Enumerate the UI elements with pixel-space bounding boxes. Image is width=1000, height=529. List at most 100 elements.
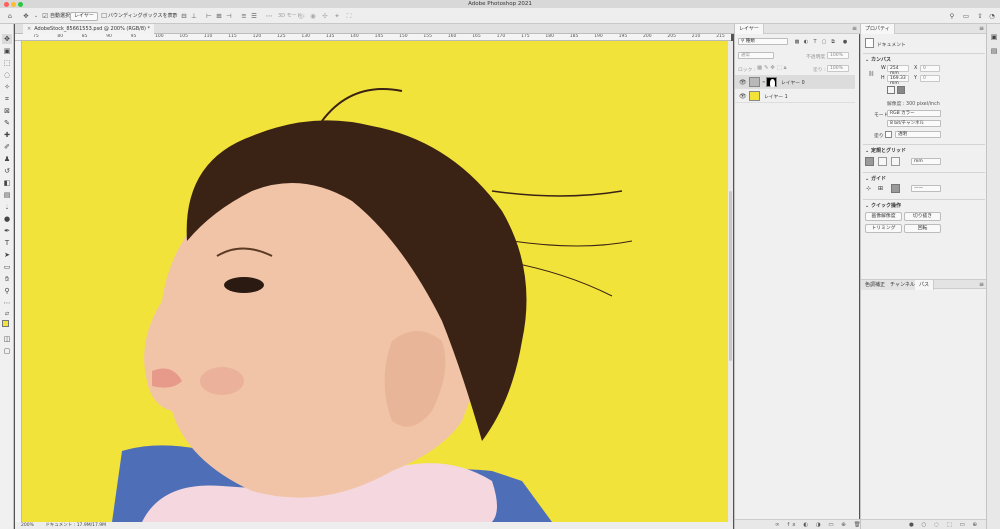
search-icon[interactable]: ⚲ xyxy=(948,12,956,20)
home-icon[interactable]: ⌂ xyxy=(6,12,14,20)
distribute-vcenter-icon[interactable]: ☰ xyxy=(250,12,258,20)
visibility-eye-icon[interactable]: 👁︎ xyxy=(739,93,747,100)
x-input[interactable]: 0 xyxy=(920,65,940,72)
document-tab[interactable]: × AdobeStock_85661553.psd @ 200% (RGB/8) … xyxy=(23,24,155,34)
workspace-icon[interactable]: ▭ xyxy=(962,12,970,20)
horizontal-ruler[interactable]: 75 80 85 90 95 100 105 110 115 120 125 130 135 140 145… xyxy=(15,34,731,41)
layer-filter-select[interactable]: ⚲ 種類 xyxy=(738,38,788,45)
zoom-tool-icon[interactable]: ⚲ xyxy=(2,286,12,296)
layer-row-0[interactable]: 👁︎ ∞ レイヤー 0 xyxy=(735,75,855,89)
canvas-section-header[interactable]: ⌄ カンバス xyxy=(865,56,891,63)
rotate-button[interactable]: 回転 xyxy=(904,224,941,233)
color-mode-select[interactable]: RGB カラー xyxy=(887,110,941,117)
quick-mask-icon[interactable]: ◫ xyxy=(2,334,12,344)
blend-mode-select[interactable]: 通常 xyxy=(738,52,774,59)
3d-scale-icon[interactable]: ⛶ xyxy=(345,12,353,20)
rulers-grid-section-header[interactable]: ⌄ 定規とグリッド xyxy=(865,147,906,154)
gradient-tool-icon[interactable]: ▤ xyxy=(2,190,12,200)
quick-actions-section-header[interactable]: ⌄ クイック操作 xyxy=(865,202,901,209)
brush-tool-icon[interactable]: ✐ xyxy=(2,142,12,152)
crop-tool-icon[interactable]: ⌗ xyxy=(2,94,12,104)
3d-pan-icon[interactable]: ✣ xyxy=(321,12,329,20)
filter-pixel-icon[interactable]: ▩ xyxy=(793,38,801,46)
pen-tool-icon[interactable]: ✒ xyxy=(2,226,12,236)
layer-row-1[interactable]: 👁︎ レイヤー 1 xyxy=(735,89,855,103)
align-bottom-icon[interactable]: ⊥ xyxy=(190,12,198,20)
history-brush-tool-icon[interactable]: ↺ xyxy=(2,166,12,176)
panel-menu-icon[interactable]: ≡ xyxy=(979,280,984,290)
landscape-orientation-button[interactable] xyxy=(897,86,905,94)
align-hcenter-icon[interactable]: ⊞ xyxy=(215,12,223,20)
filter-type-icon[interactable]: T xyxy=(811,38,819,46)
fill-select[interactable]: 透明 xyxy=(895,131,941,138)
guides-smart-button[interactable] xyxy=(891,184,900,193)
share-icon[interactable]: ⇪ xyxy=(976,12,984,20)
tab-layers[interactable]: レイヤー xyxy=(735,24,764,34)
libraries-panel-icon[interactable]: ▤ xyxy=(989,46,999,56)
layer-footer-icons[interactable]: ∞ fx ◐ ◑ ▭ ⊕ 🗑︎ xyxy=(775,522,864,528)
eraser-tool-icon[interactable]: ◧ xyxy=(2,178,12,188)
layer-name[interactable]: レイヤー 1 xyxy=(764,93,788,100)
hand-tool-icon[interactable]: ✋︎ xyxy=(2,274,12,284)
bounding-box-checkbox[interactable]: ☐ xyxy=(100,12,108,20)
fill-input[interactable]: 100% xyxy=(827,65,849,72)
zoom-level[interactable]: 200% xyxy=(21,523,34,528)
align-vcenter-icon[interactable]: ⊟ xyxy=(180,12,188,20)
align-top-icon[interactable]: ⊤ xyxy=(170,12,178,20)
3d-roll-icon[interactable]: ◉ xyxy=(309,12,317,20)
guides-section-header[interactable]: ⌄ ガイド xyxy=(865,175,886,182)
more-options-icon[interactable]: ⋯ xyxy=(265,12,273,20)
vertical-ruler[interactable] xyxy=(15,41,22,522)
clone-stamp-tool-icon[interactable]: ♟ xyxy=(2,154,12,164)
type-tool-icon[interactable]: T xyxy=(2,238,12,248)
frame-tool-icon[interactable]: ⊠ xyxy=(2,106,12,116)
panel-menu-icon[interactable]: ≡ xyxy=(852,24,857,34)
filter-smart-object-icon[interactable]: ⧉ xyxy=(829,38,837,46)
image-size-button[interactable]: 画像解像度 xyxy=(865,212,902,221)
magic-wand-tool-icon[interactable]: ✧ xyxy=(2,82,12,92)
shape-tool-icon[interactable]: ▭ xyxy=(2,262,12,272)
marquee-tool-icon[interactable]: ⬚ xyxy=(2,58,12,68)
close-tab-icon[interactable]: × xyxy=(27,26,31,32)
edit-toolbar-icon[interactable]: ⋯ xyxy=(2,298,12,308)
y-input[interactable]: 0 xyxy=(920,75,940,82)
healing-brush-tool-icon[interactable]: ✚ xyxy=(2,130,12,140)
align-left-icon[interactable]: ⊢ xyxy=(205,12,213,20)
blur-tool-icon[interactable]: 💧︎ xyxy=(2,202,12,212)
guides-visibility-icon[interactable]: ⊹ xyxy=(866,185,871,192)
dodge-tool-icon[interactable]: ● xyxy=(2,214,12,224)
align-right-icon[interactable]: ⊣ xyxy=(225,12,233,20)
auto-select-checkbox[interactable]: ☑ xyxy=(41,12,49,20)
panel-menu-icon[interactable]: ≡ xyxy=(979,24,984,34)
3d-slide-icon[interactable]: ✦ xyxy=(333,12,341,20)
tab-properties[interactable]: プロパティ xyxy=(861,24,895,34)
learn-panel-icon[interactable]: ▣ xyxy=(989,32,999,42)
auto-select-target-select[interactable]: レイヤー xyxy=(70,11,98,21)
move-tool-icon[interactable]: ✥ xyxy=(2,34,12,44)
swap-colors-icon[interactable]: ⇄ xyxy=(2,309,12,319)
lasso-tool-icon[interactable]: ◌ xyxy=(2,70,12,80)
distribute-top-icon[interactable]: ≡ xyxy=(240,12,248,20)
close-window-button[interactable] xyxy=(4,1,9,7)
eyedropper-tool-icon[interactable]: ✎ xyxy=(2,118,12,128)
artboard-tool-icon[interactable]: ▣ xyxy=(2,46,12,56)
height-input[interactable]: 169.33 mm xyxy=(887,75,909,86)
visibility-eye-icon[interactable]: 👁︎ xyxy=(739,79,747,86)
path-selection-tool-icon[interactable]: ➤ xyxy=(2,250,12,260)
ruler-toggle-button[interactable] xyxy=(865,157,874,166)
bit-depth-select[interactable]: 8 bit/チャンネル xyxy=(887,120,941,127)
layer-mask-thumbnail[interactable] xyxy=(766,77,777,87)
filter-toggle-icon[interactable]: ● xyxy=(841,38,849,46)
portrait-orientation-button[interactable] xyxy=(887,86,895,94)
zoom-window-button[interactable] xyxy=(18,1,23,7)
ruler-unit-select[interactable]: mm xyxy=(911,158,941,165)
crop-button[interactable]: 切り抜き xyxy=(904,212,941,221)
fill-swatch[interactable] xyxy=(885,131,892,138)
3d-orbit-icon[interactable]: ◎ xyxy=(297,12,305,20)
layer-name[interactable]: レイヤー 0 xyxy=(781,79,805,86)
screen-mode-icon[interactable]: ▢ xyxy=(2,346,12,356)
move-tool-icon[interactable]: ✥ xyxy=(22,12,30,20)
chevron-down-icon[interactable]: ⌄ xyxy=(32,12,40,20)
lock-icons[interactable]: ▦ ✎ ✥ ⬚ 🔒︎ xyxy=(757,65,787,72)
canvas[interactable] xyxy=(22,41,728,522)
